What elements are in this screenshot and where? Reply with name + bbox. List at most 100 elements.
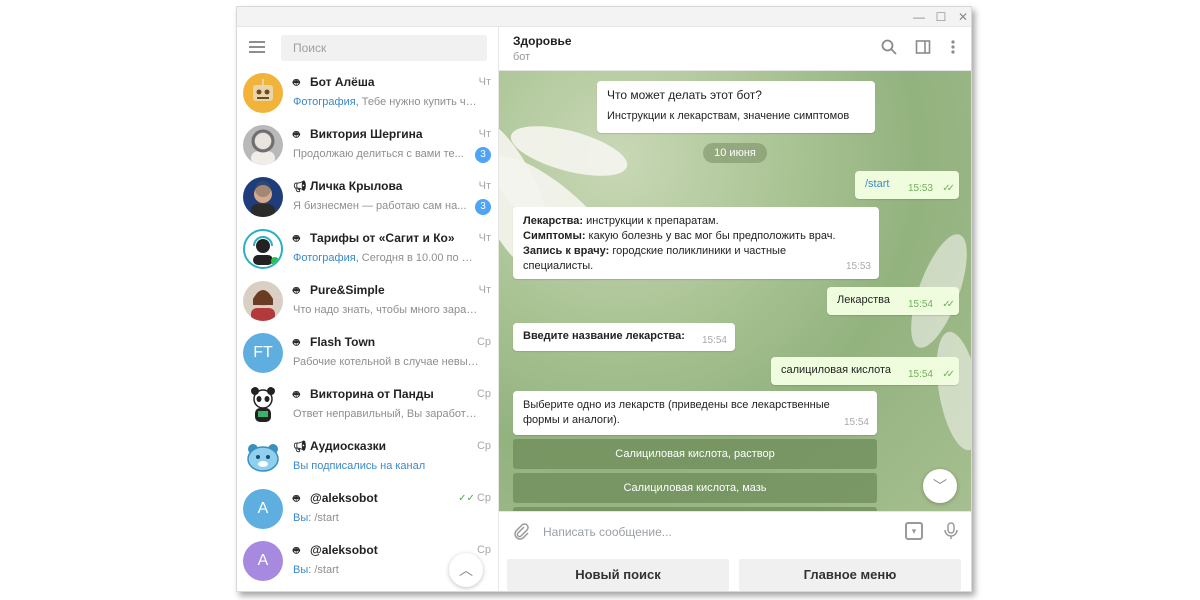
more-options-icon[interactable] [943,39,963,59]
bot-icon: 🤖︎ [293,233,300,245]
intro-title: Что может делать этот бот? [607,88,762,102]
message-composer: ▾ [499,511,971,551]
chat-name: Виктория Шергина [310,127,423,141]
avatar [243,437,283,477]
bot-intro-message: Что может делать этот бот? Инструкции к … [597,81,875,133]
daisy-petal-decoration [928,328,971,454]
message-input[interactable] [543,520,883,544]
outgoing-message: салициловая кислота 15:54 ✓✓ [771,357,959,385]
avatar [243,229,283,269]
avatar: A [243,489,283,529]
avatar [243,281,283,321]
scroll-up-button[interactable]: ︿ [449,553,483,587]
chat-preview: Вы подписались на канал [293,460,426,472]
bear-avatar-icon [247,444,279,472]
message-time: 15:54 [907,299,933,310]
inline-button-salicylic-solution[interactable]: Салициловая кислота, раствор [513,439,877,469]
scroll-down-button[interactable]: ﹀ [923,469,957,503]
message-time: 15:53 [907,183,933,194]
search-icon[interactable] [879,39,899,59]
chat-time: Ср [476,388,491,400]
bot-icon: 🤖︎ [293,285,300,297]
minimize-button[interactable]: — [911,9,927,25]
chat-name: Тарифы от «Сагит и Ко» [310,231,455,245]
chat-time: Ср [476,544,491,556]
bot-keyboard-icon[interactable]: ▾ [905,522,923,540]
bot-icon: 🤖︎ [293,389,300,401]
chat-header: Здоровье бот [499,27,971,71]
read-checkmarks-icon: ✓✓ [942,369,955,380]
read-checkmarks-icon: ✓✓ [942,299,955,310]
chat-time: Чт [478,76,491,88]
chat-time: Ср [476,336,491,348]
chat-list-sidebar: 🤖︎ Бот Алёша Чт Фотография, Тебе нужно ку… [237,27,499,591]
avatar [243,125,283,165]
panda-avatar-icon [251,387,275,422]
outgoing-message: Лекарства 15:54 ✓✓ [827,287,959,315]
chat-preview: Продолжаю делиться с вами те... [293,148,464,160]
robot-avatar-icon [253,79,273,101]
chat-item-pure-simple[interactable]: 🤖︎ Pure&Simple Чт Что надо знать, чтобы м… [237,277,498,329]
side-panel-icon[interactable] [913,39,933,59]
hamburger-menu-icon[interactable] [249,41,267,55]
chat-title: Здоровье [513,34,572,48]
new-search-button[interactable]: Новый поиск [507,559,729,591]
support-agent-avatar-icon [253,236,279,265]
chat-time: Чт [478,128,491,140]
chat-item-bot-alesha[interactable]: 🤖︎ Бот Алёша Чт Фотография, Тебе нужно ку… [237,69,498,121]
chat-item-viktoriya-shergina[interactable]: 🤖︎ Виктория Шергина Чт Продолжаю делиться… [237,121,498,173]
avatar [243,177,283,217]
incoming-message: Лекарства: инструкции к препаратам. Симп… [513,207,879,279]
maximize-button[interactable]: ☐ [933,9,949,25]
person-avatar-icon [251,290,275,321]
chat-item-tarify-sagit[interactable]: 🤖︎ Тарифы от «Сагит и Ко» Чт Фотография, … [237,225,498,277]
title-bar: — ☐ ✕ [237,7,971,27]
incoming-message: Выберите одно из лекарств (приведены все… [513,391,877,435]
outgoing-message: /start 15:53 ✓✓ [855,171,959,199]
channel-icon: 📢︎ [293,441,307,453]
chat-subtitle: бот [513,51,531,63]
chat-time: Чт [478,284,491,296]
inline-button-salicylic-ointment[interactable]: Салициловая кислота, мазь [513,473,877,503]
attach-icon[interactable] [511,522,531,542]
chat-item-flash-town[interactable]: FT 🤖︎ Flash Town Ср Рабочие котельной в с… [237,329,498,381]
bot-icon: 🤖︎ [293,77,300,89]
microphone-icon[interactable] [941,522,961,542]
chat-name: Аудиосказки [310,439,387,453]
chat-preview: Фотография, Тебе нужно купить что-то [293,96,479,108]
chat-item-viktorina-pandy[interactable]: 🤖︎ Викторина от Панды Ср Ответ неправильн… [237,381,498,433]
chat-preview: Что надо знать, чтобы много зараб... [293,304,479,316]
message-text: салициловая кислота [781,364,892,376]
read-checkmarks-icon: ✓✓ [458,493,475,504]
message-text: Лекарства [837,294,891,306]
search-input[interactable] [281,35,487,61]
close-button[interactable]: ✕ [955,9,971,25]
chat-name: Pure&Simple [310,283,385,297]
chat-preview: Вы: /start [293,512,339,524]
chat-item-aleksobot-1[interactable]: A 🤖︎ @aleksobot ✓✓ Ср Вы: /start [237,485,498,537]
chat-time: Чт [478,180,491,192]
avatar [243,385,283,425]
chat-name: Бот Алёша [310,75,375,89]
chat-name: Викторина от Панды [310,387,434,401]
bot-icon: 🤖︎ [293,129,300,141]
unread-badge: 3 [475,147,491,163]
message-time: 15:54 [843,417,869,428]
chat-item-lichka-krylova[interactable]: 📢︎ Личка Крылова Чт Я бизнесмен — работаю… [237,173,498,225]
command-link[interactable]: /start [865,178,889,190]
message-time: 15:54 [907,369,933,380]
bot-icon: 🤖︎ [293,493,300,505]
avatar: A [243,541,283,581]
telegram-window: — ☐ ✕ 🤖︎ Бот Алёша Чт Фотография, Тебе ну… [236,6,972,592]
message-area[interactable]: Что может делать этот бот? Инструкции к … [499,71,971,511]
date-separator: 10 июня [703,143,767,163]
chat-item-audioskazki[interactable]: 📢︎ Аудиосказки Ср Вы подписались на канал [237,433,498,485]
channel-icon: 📢︎ [293,181,307,193]
chat-name: Flash Town [310,335,376,349]
main-menu-button[interactable]: Главное меню [739,559,961,591]
chat-preview: Рабочие котельной в случае невып... [293,356,479,368]
chat-preview: Я бизнесмен — работаю сам на... [293,200,467,212]
chevron-down-icon: ﹀ [933,478,947,494]
avatar [243,73,283,113]
chat-time: Чт [478,232,491,244]
